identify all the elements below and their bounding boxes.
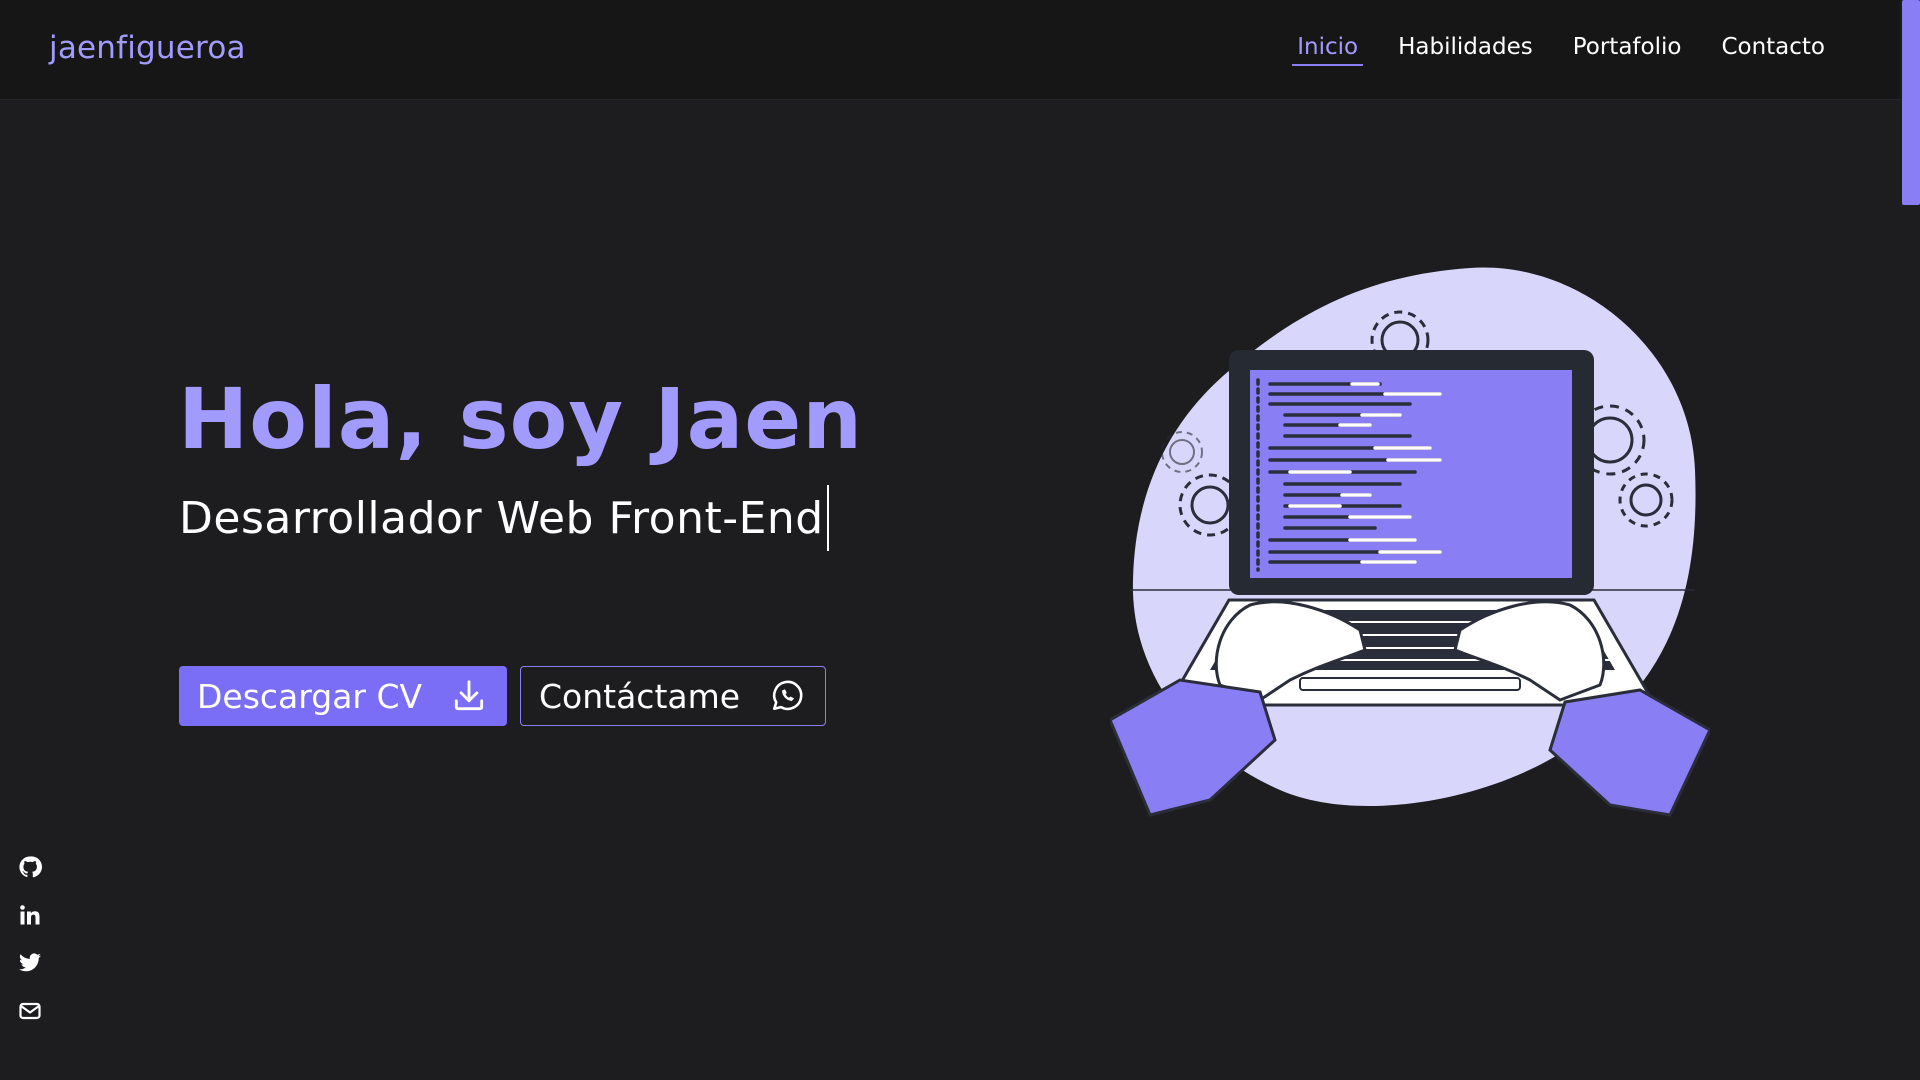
whatsapp-icon bbox=[767, 676, 807, 716]
download-cv-label: Descargar CV bbox=[197, 676, 423, 716]
nav-links: Inicio Habilidades Portafolio Contacto bbox=[1292, 34, 1830, 66]
linkedin-icon[interactable] bbox=[18, 903, 42, 927]
typing-caret bbox=[826, 485, 829, 551]
nav-link-habilidades[interactable]: Habilidades bbox=[1393, 34, 1538, 66]
scrollbar-thumb[interactable] bbox=[1902, 0, 1920, 205]
twitter-icon[interactable] bbox=[18, 951, 42, 975]
download-icon bbox=[449, 676, 489, 716]
hero-title: Hola, soy Jaen bbox=[178, 370, 864, 468]
navbar: jaenfigueroa Inicio Habilidades Portafol… bbox=[0, 0, 1900, 100]
nav-link-portafolio[interactable]: Portafolio bbox=[1568, 34, 1687, 66]
hero-illustration bbox=[1108, 260, 1712, 830]
left-sleeve bbox=[1108, 678, 1277, 817]
nav-link-inicio[interactable]: Inicio bbox=[1292, 34, 1364, 66]
right-sleeve bbox=[1548, 688, 1712, 817]
mail-icon[interactable] bbox=[18, 999, 42, 1023]
hero-subtitle: Desarrollador Web Front-End bbox=[179, 485, 829, 551]
contact-button[interactable]: Contáctame bbox=[520, 666, 826, 726]
scrollbar[interactable] bbox=[1900, 0, 1920, 1080]
github-icon[interactable] bbox=[18, 855, 42, 879]
brand-logo[interactable]: jaenfigueroa bbox=[49, 30, 246, 66]
contact-label: Contáctame bbox=[539, 676, 741, 716]
laptop-screen bbox=[1250, 370, 1572, 578]
download-cv-button[interactable]: Descargar CV bbox=[179, 666, 507, 726]
hero-subtitle-text: Desarrollador Web Front-End bbox=[179, 492, 824, 544]
page: jaenfigueroa Inicio Habilidades Portafol… bbox=[0, 0, 1920, 1080]
social-links bbox=[18, 855, 42, 1023]
nav-link-contacto[interactable]: Contacto bbox=[1716, 34, 1830, 66]
